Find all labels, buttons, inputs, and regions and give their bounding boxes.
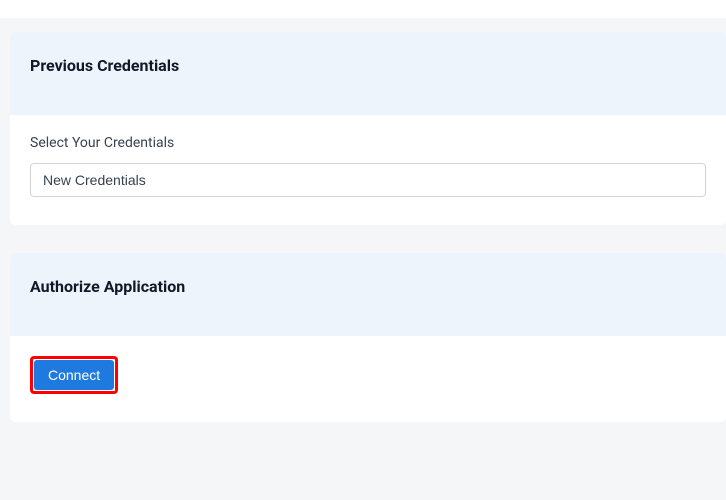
credentials-select[interactable] [30, 163, 706, 197]
previous-credentials-body: Select Your Credentials [10, 115, 726, 225]
authorize-application-title: Authorize Application [30, 277, 706, 296]
content-area: Previous Credentials Select Your Credent… [0, 18, 726, 422]
authorize-application-card: Authorize Application Connect [10, 253, 726, 422]
previous-credentials-header: Previous Credentials [10, 32, 726, 115]
top-bar [0, 0, 726, 18]
credentials-select-wrapper [30, 163, 706, 197]
authorize-application-header: Authorize Application [10, 253, 726, 336]
authorize-application-body: Connect [10, 336, 726, 422]
credentials-field-label: Select Your Credentials [30, 135, 706, 151]
connect-button[interactable]: Connect [34, 360, 114, 390]
previous-credentials-card: Previous Credentials Select Your Credent… [10, 32, 726, 225]
previous-credentials-title: Previous Credentials [30, 56, 706, 75]
connect-highlight: Connect [30, 356, 118, 394]
